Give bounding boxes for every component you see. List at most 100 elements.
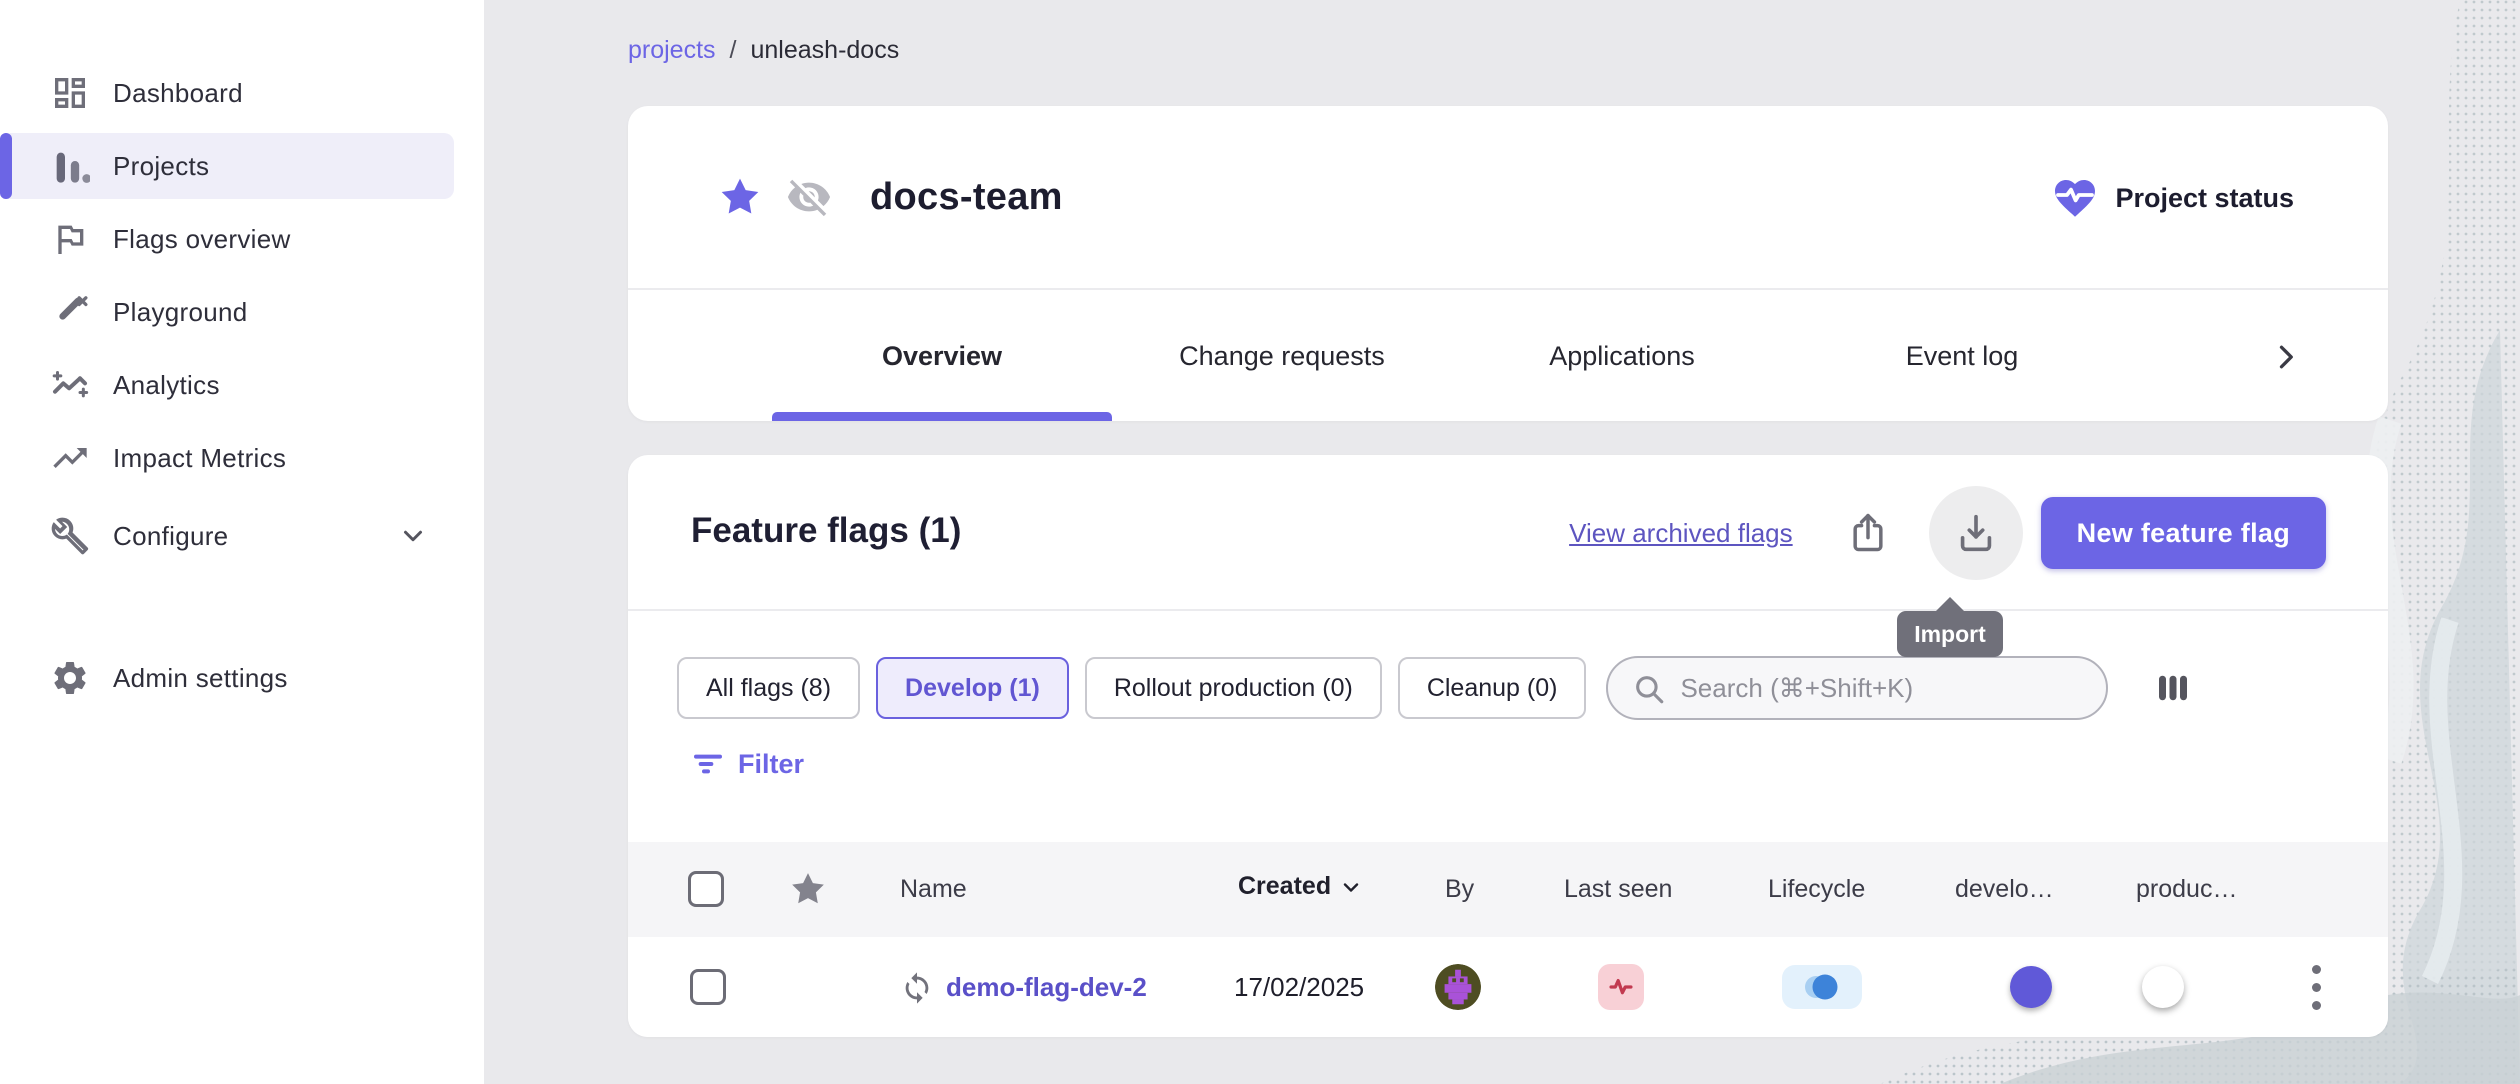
breadcrumb-projects-link[interactable]: projects — [628, 36, 716, 65]
column-header-production[interactable]: produc… — [2136, 875, 2237, 904]
sidebar-nav: Dashboard Projects Flags overview Playgr… — [0, 0, 484, 569]
project-header: docs-team Project status — [628, 106, 2388, 290]
sidebar-item-label: Analytics — [113, 370, 220, 401]
breadcrumb-separator: / — [730, 36, 737, 65]
lifecycle-filter-chips: All flags (8) Develop (1) Rollout produc… — [677, 656, 2196, 720]
sidebar-item-projects[interactable]: Projects — [0, 133, 454, 199]
sidebar-item-label: Dashboard — [113, 78, 243, 109]
project-header-card: docs-team Project status Overview Change… — [628, 106, 2388, 421]
import-button[interactable] — [1929, 486, 2023, 580]
chevron-down-icon — [398, 521, 428, 551]
star-column-icon[interactable] — [789, 870, 827, 908]
search-icon — [1632, 672, 1666, 711]
favorite-star-icon[interactable] — [718, 175, 762, 219]
heartbeat-icon — [1604, 970, 1638, 1004]
sidebar-item-label: Playground — [113, 297, 248, 328]
column-header-name[interactable]: Name — [900, 875, 967, 904]
sidebar-item-label: Flags overview — [113, 224, 291, 255]
sidebar-item-playground[interactable]: Playground — [0, 279, 454, 345]
toggle-knob — [2142, 966, 2184, 1008]
sidebar-item-analytics[interactable]: Analytics — [0, 352, 454, 418]
project-title: docs-team — [870, 176, 1063, 219]
breadcrumb-current: unleash-docs — [751, 36, 900, 65]
sidebar-bottom: Admin settings — [0, 645, 454, 718]
sidebar-item-flags-overview[interactable]: Flags overview — [0, 206, 454, 272]
sidebar-item-label: Admin settings — [113, 663, 288, 694]
sort-chevron-down-icon — [1339, 875, 1363, 899]
production-toggle[interactable] — [2146, 971, 2222, 1003]
heart-pulse-icon — [2051, 174, 2099, 222]
flags-table-header: Name Created By Last seen Lifecycle deve… — [628, 842, 2388, 937]
trending-up-icon — [49, 437, 91, 479]
lifecycle-pre-live-icon — [1800, 972, 1844, 1002]
breadcrumb: projects / unleash-docs — [628, 36, 899, 65]
column-header-by[interactable]: By — [1445, 875, 1474, 904]
project-status-button[interactable]: Project status — [2051, 106, 2294, 290]
feature-flags-card: Feature flags (1) View archived flags Ne… — [628, 455, 2388, 1037]
search-container — [1606, 656, 2108, 720]
export-button[interactable] — [1845, 510, 1891, 556]
row-actions-kebab-menu[interactable] — [2292, 957, 2340, 1017]
magic-wand-icon — [49, 291, 91, 333]
sidebar-item-label: Projects — [113, 151, 209, 182]
project-status-label: Project status — [2115, 183, 2294, 214]
toggle-knob — [2010, 966, 2052, 1008]
flag-created-date: 17/02/2025 — [1234, 972, 1364, 1003]
columns-selector-button[interactable] — [2150, 665, 2196, 711]
wrench-icon — [49, 515, 91, 557]
sync-icon — [900, 971, 934, 1005]
gear-icon — [49, 657, 91, 699]
filter-icon — [692, 748, 724, 780]
tab-event-log[interactable]: Event log — [1792, 341, 2132, 372]
row-checkbox[interactable] — [690, 969, 726, 1005]
dashboard-icon — [49, 72, 91, 114]
flag-icon — [49, 218, 91, 260]
select-all-checkbox[interactable] — [688, 871, 724, 907]
tab-applications[interactable]: Applications — [1452, 341, 1792, 372]
filter-label: Filter — [738, 749, 804, 780]
sidebar-item-impact-metrics[interactable]: Impact Metrics — [0, 425, 454, 491]
column-header-created[interactable]: Created — [1238, 872, 1363, 901]
export-icon — [1846, 511, 1890, 555]
feature-flags-header: Feature flags (1) View archived flags Ne… — [628, 455, 2388, 611]
development-toggle[interactable] — [1972, 971, 2048, 1003]
sidebar-item-configure[interactable]: Configure — [0, 503, 454, 569]
lifecycle-stage-badge[interactable] — [1782, 965, 1862, 1009]
search-input[interactable] — [1606, 656, 2108, 720]
app-window: Dashboard Projects Flags overview Playgr… — [0, 0, 2520, 1084]
active-tab-indicator — [772, 412, 1112, 421]
column-header-development[interactable]: develo… — [1955, 875, 2054, 904]
import-tooltip: Import — [1897, 611, 2003, 657]
last-seen-badge[interactable] — [1598, 964, 1644, 1010]
chip-all-flags[interactable]: All flags (8) — [677, 657, 860, 719]
chip-develop[interactable]: Develop (1) — [876, 657, 1069, 719]
tab-overview[interactable]: Overview — [772, 341, 1112, 372]
flag-name-link[interactable]: demo-flag-dev-2 — [946, 972, 1147, 1003]
sidebar-item-admin-settings[interactable]: Admin settings — [0, 645, 424, 711]
sidebar-item-label: Configure — [113, 521, 228, 552]
chip-cleanup[interactable]: Cleanup (0) — [1398, 657, 1587, 719]
tab-change-requests[interactable]: Change requests — [1112, 341, 1452, 372]
import-icon — [1953, 510, 1999, 556]
filter-button[interactable]: Filter — [692, 748, 804, 780]
sidebar: Dashboard Projects Flags overview Playgr… — [0, 0, 484, 1084]
column-header-lifecycle[interactable]: Lifecycle — [1768, 875, 1865, 904]
feature-flags-title: Feature flags (1) — [691, 511, 961, 551]
columns-icon — [2152, 667, 2194, 709]
creator-avatar[interactable] — [1435, 964, 1481, 1010]
column-header-last-seen[interactable]: Last seen — [1564, 875, 1672, 904]
chip-rollout-production[interactable]: Rollout production (0) — [1085, 657, 1382, 719]
sidebar-item-label: Impact Metrics — [113, 443, 286, 474]
tabs-overflow-chevron-right-icon[interactable] — [2268, 339, 2304, 375]
projects-icon — [49, 145, 91, 187]
analytics-icon — [49, 364, 91, 406]
project-tabs: Overview Change requests Applications Ev… — [628, 292, 2388, 421]
main-content: projects / unleash-docs docs-team Projec… — [484, 0, 2520, 1084]
view-archived-flags-link[interactable]: View archived flags — [1569, 518, 1793, 549]
sidebar-item-dashboard[interactable]: Dashboard — [0, 60, 454, 126]
new-feature-flag-button[interactable]: New feature flag — [2041, 497, 2326, 569]
flag-table-row: demo-flag-dev-2 17/02/2025 — [628, 937, 2388, 1037]
column-header-created-label: Created — [1238, 872, 1331, 901]
visibility-off-icon — [786, 174, 832, 220]
feature-flags-actions: View archived flags New feature flag — [1569, 455, 2326, 611]
